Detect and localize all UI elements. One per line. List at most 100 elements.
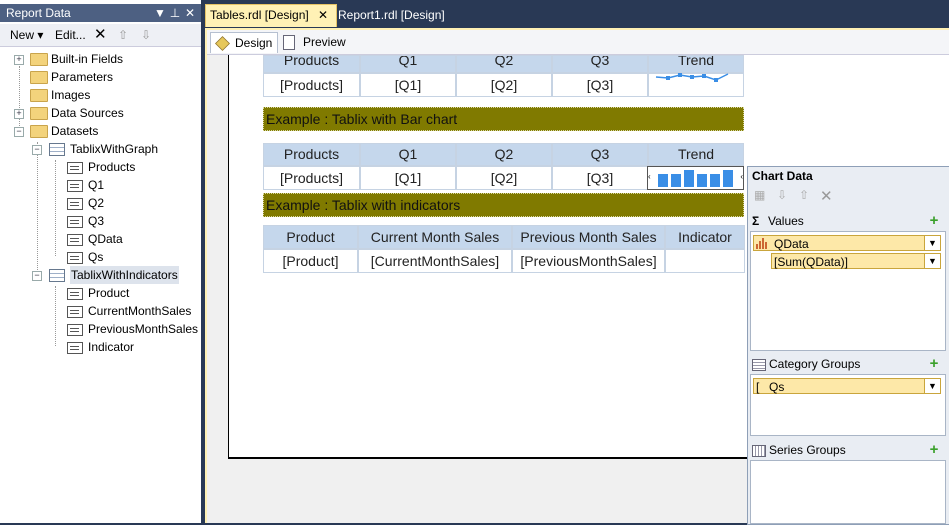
dropdown-arrow-icon[interactable]: ▼: [924, 379, 940, 393]
pin-icon[interactable]: ⊥: [169, 6, 181, 20]
tree-item-label: CurrentMonthSales: [88, 304, 192, 318]
move-down-icon[interactable]: ⇩: [777, 188, 787, 202]
tree-guide: [55, 160, 56, 256]
tab-label: Design: [235, 36, 273, 50]
series-icon: [752, 445, 766, 457]
header-cell[interactable]: Q2: [456, 55, 552, 73]
header-cell[interactable]: Products: [263, 143, 360, 166]
add-value-icon[interactable]: +: [928, 213, 940, 228]
collapse-icon[interactable]: −: [32, 271, 42, 281]
resize-handle-right[interactable]: ‹: [740, 172, 743, 181]
move-up-icon[interactable]: ⇧: [799, 188, 809, 202]
add-category-icon[interactable]: +: [928, 356, 940, 371]
data-cell[interactable]: [Q1]: [360, 73, 456, 97]
data-cell[interactable]: [Q2]: [456, 73, 552, 97]
field-icon: [67, 252, 83, 264]
values-label: Values: [768, 214, 804, 228]
dataset-icon: [49, 269, 65, 282]
tree-item-label: QData: [88, 232, 123, 246]
tree-item-label: Datasets: [51, 124, 99, 138]
bar: [710, 174, 720, 187]
category-bracket-icon: [: [756, 380, 760, 394]
tab-report1-design[interactable]: Report1.rdl [Design]: [337, 4, 452, 26]
header-cell[interactable]: Q3: [552, 55, 648, 73]
report-data-toolbar: New ▾ Edit... ✕ ⇧ ⇩: [0, 24, 201, 47]
close-tab-icon[interactable]: ✕: [318, 8, 328, 22]
header-cell[interactable]: Products: [263, 55, 360, 73]
delete-icon[interactable]: ✕: [820, 187, 833, 205]
data-cell[interactable]: [Q2]: [456, 166, 552, 190]
data-cell[interactable]: [665, 249, 745, 273]
tree-item-label: Products: [88, 160, 136, 174]
report-data-panel: Report Data ▼ ⊥ ✕ New ▾ Edit... ✕ ⇧ ⇩ + …: [0, 0, 201, 523]
value-series-combo[interactable]: QData ▼: [753, 235, 941, 251]
tree-item-label: Q3: [88, 214, 105, 228]
header-cell[interactable]: Previous Month Sales: [512, 225, 665, 249]
header-cell[interactable]: Q1: [360, 143, 456, 166]
data-cell[interactable]: [Products]: [263, 166, 360, 190]
tree-item-label: Indicator: [88, 340, 135, 354]
resize-handle-left[interactable]: ‹: [648, 172, 651, 181]
dropdown-arrow-icon[interactable]: ▼: [924, 254, 940, 268]
values-list: QData ▼ [Sum(QData)] ▼: [750, 231, 946, 351]
series-name: QData: [774, 237, 809, 251]
dropdown-icon[interactable]: ▼: [154, 6, 166, 20]
tree-guide: [37, 142, 38, 276]
close-icon[interactable]: ✕: [184, 6, 196, 20]
folder-icon: [30, 71, 48, 84]
properties-icon[interactable]: ▦: [754, 188, 765, 202]
bar: [723, 170, 733, 187]
sigma-icon: Σ: [752, 214, 760, 228]
preview-icon: [283, 35, 295, 50]
bar-chart-icon: [756, 238, 768, 249]
header-cell[interactable]: Current Month Sales: [358, 225, 512, 249]
selected-databar[interactable]: ‹ ‹: [647, 166, 744, 190]
banner-indicators[interactable]: Example : Tablix with indicators: [263, 193, 744, 217]
tree-item-label: Qs: [88, 250, 104, 264]
tab-design[interactable]: Design: [210, 32, 278, 53]
category-combo[interactable]: [ Qs ▼: [753, 378, 941, 394]
series-groups-label: Series Groups: [769, 443, 846, 457]
header-cell[interactable]: Q2: [456, 143, 552, 166]
header-cell[interactable]: Trend: [648, 143, 744, 166]
data-cell[interactable]: [PreviousMonthSales]: [512, 249, 665, 273]
tree-item-label: Data Sources: [51, 106, 124, 120]
collapse-icon[interactable]: −: [14, 127, 24, 137]
view-tab-bar: Design Preview: [207, 30, 949, 55]
data-cell[interactable]: [Product]: [263, 249, 358, 273]
expand-icon[interactable]: +: [14, 109, 24, 119]
tab-tables-design[interactable]: Tables.rdl [Design] ✕: [205, 4, 337, 27]
data-cell[interactable]: [CurrentMonthSales]: [358, 249, 512, 273]
collapse-icon[interactable]: −: [32, 145, 42, 155]
expression-text: [Sum(QData)]: [774, 255, 849, 269]
edit-button[interactable]: Edit...: [55, 27, 86, 43]
add-series-icon[interactable]: +: [928, 442, 940, 457]
banner-bar-chart[interactable]: Example : Tablix with Bar chart: [263, 107, 744, 131]
move-up-icon[interactable]: ⇧: [118, 27, 128, 43]
tree-guide: [55, 286, 56, 346]
header-cell[interactable]: Indicator: [665, 225, 745, 249]
data-cell[interactable]: [Q3]: [552, 166, 648, 190]
move-down-icon[interactable]: ⇩: [141, 27, 151, 43]
field-icon: [67, 306, 83, 318]
tree-item-label: Parameters: [51, 70, 114, 84]
header-cell[interactable]: Q3: [552, 143, 648, 166]
new-button[interactable]: New ▾: [10, 27, 43, 43]
report-data-titlebar: Report Data ▼ ⊥ ✕: [0, 4, 201, 22]
sparkline-chart[interactable]: [652, 71, 734, 85]
header-cell[interactable]: Product: [263, 225, 358, 249]
value-expression-combo[interactable]: [Sum(QData)] ▼: [771, 253, 941, 269]
data-cell[interactable]: [Products]: [263, 73, 360, 97]
data-cell[interactable]: [Q3]: [552, 73, 648, 97]
category-icon: [752, 359, 766, 371]
data-cell[interactable]: [Q1]: [360, 166, 456, 190]
dropdown-arrow-icon[interactable]: ▼: [924, 236, 940, 250]
tab-preview[interactable]: Preview: [281, 32, 347, 52]
header-cell[interactable]: Q1: [360, 55, 456, 73]
expand-icon[interactable]: +: [14, 55, 24, 65]
bar: [658, 174, 668, 187]
dataset-icon: [49, 143, 65, 156]
bar: [671, 174, 681, 187]
delete-icon[interactable]: ✕: [94, 27, 107, 43]
folder-icon: [30, 53, 48, 66]
